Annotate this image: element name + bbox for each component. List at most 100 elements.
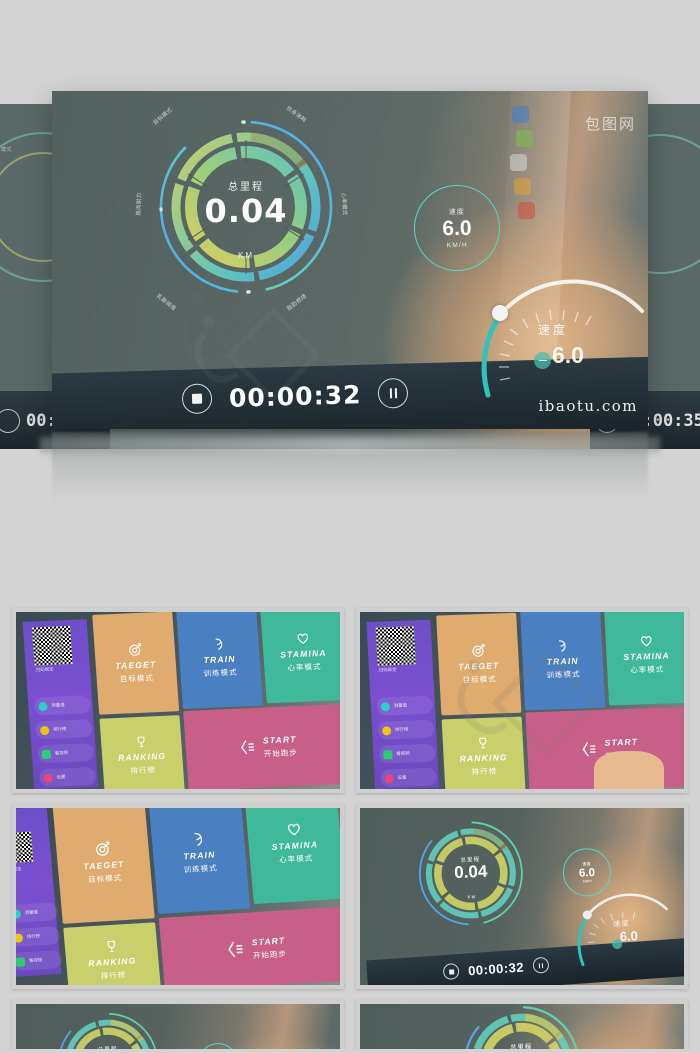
- tile-ranking-cn: 排行榜: [100, 970, 127, 981]
- speed-bubble-title: 速度: [448, 209, 465, 217]
- menu-tilt-wrap: 扫码绑定 测量值 排行榜: [16, 808, 340, 985]
- thumb-gauge-value: 0.04: [453, 861, 488, 883]
- sidebar-item-0[interactable]: 测量值: [33, 695, 92, 716]
- tile-train[interactable]: TRAIN 训练模式: [176, 612, 263, 710]
- thumbnail-dashboard-3[interactable]: 总里程 0.04: [356, 1000, 688, 1053]
- tile-target-en: TAEGET: [114, 659, 157, 671]
- tile-stamina-cn: 心率模式: [278, 853, 314, 865]
- watermark-en: ibaotu.com: [538, 397, 638, 415]
- tile-stamina[interactable]: STAMINA 心率模式: [243, 808, 340, 905]
- sidebar-item-3[interactable]: 设置: [38, 766, 97, 788]
- app-icon-4: [514, 178, 531, 195]
- tile-stamina-en: STAMINA: [271, 839, 319, 852]
- thumbnail-row-3: 总里程 0.04 速度: [0, 1000, 700, 1053]
- sidebar-item-0[interactable]: 测量值: [376, 695, 434, 716]
- trophy-icon: [137, 736, 145, 747]
- thumbnail-dashboard-2[interactable]: 总里程 0.04 速度: [12, 1000, 344, 1053]
- settings-icon: [384, 773, 394, 783]
- pause-icon: [538, 962, 544, 968]
- dashboard-tilt-wrap: 总里程 0.04 KM 速度 6.0 KM/H 00:00:32 速度 6.0: [364, 808, 684, 985]
- sidebar-item-1[interactable]: 排行榜: [377, 719, 435, 740]
- speed-decrease-button[interactable]: [534, 352, 551, 369]
- app-icon-1: [512, 106, 529, 123]
- sidebar-item-1[interactable]: 排行榜: [16, 926, 61, 948]
- target-icon: [128, 643, 141, 656]
- tablet-app-icons: [506, 99, 552, 226]
- panel-reflection: [52, 432, 648, 552]
- hero-preview: 目标模式 肌肉耐力 00:00:35 速度 6.0 00:00:35: [0, 0, 700, 600]
- tile-ranking[interactable]: RANKING 排行榜: [63, 922, 162, 985]
- pause-icon: [389, 388, 398, 399]
- qr-caption: 扫码绑定: [35, 666, 54, 673]
- thumbnail-row-2: 扫码绑定 测量值 排行榜 看视频 TAEGET 目标模式 TRAIN 训练模式 …: [0, 804, 700, 989]
- sidebar-item-label-0: 测量值: [24, 909, 39, 916]
- thumb-speed-slider[interactable]: 速度 6.0: [566, 890, 684, 985]
- speed-bubble-unit: KM/H: [446, 241, 468, 249]
- thumb-pause-button[interactable]: [532, 956, 550, 974]
- tile-start-en: START: [262, 734, 297, 746]
- tile-target[interactable]: TAEGET 目标模式: [92, 612, 180, 715]
- heart-icon: [287, 823, 300, 836]
- gauge-unit: KM: [238, 251, 254, 261]
- video-icon: [383, 749, 393, 759]
- settings-icon: [43, 773, 53, 783]
- sidebar-item-label-3: 设置: [397, 774, 407, 780]
- watermark-hero-secondary: [194, 307, 321, 403]
- speed-slider-value: 6.0: [552, 342, 584, 368]
- thumb-gauge: 总里程 0.04: [54, 1009, 162, 1053]
- ring-label-2: 心率模式: [339, 192, 348, 216]
- dumbbell-icon: [193, 832, 202, 846]
- sidebar-item-2[interactable]: 看视频: [37, 742, 95, 764]
- menu-sidebar: 扫码绑定 测量值 排行榜: [366, 619, 440, 789]
- sidebar-item-label-3: 设置: [56, 774, 66, 780]
- speed-slider-title: 速度: [538, 323, 569, 337]
- dashboard-tilt-wrap: 总里程 0.04 速度: [20, 1004, 340, 1053]
- tile-start[interactable]: START 开始跑步: [158, 906, 340, 985]
- watermark-grid: [457, 649, 599, 757]
- sidebar-item-label-0: 测量值: [393, 702, 408, 709]
- thumbnail-dashboard-1[interactable]: 总里程 0.04 KM 速度 6.0 KM/H 00:00:32 速度 6.0: [356, 804, 688, 989]
- sidebar-item-label-2: 看视频: [28, 957, 43, 963]
- bottom-edge: [0, 1049, 700, 1053]
- sidebar-items: 测量值 排行榜 看视频: [16, 902, 63, 977]
- ranking-icon: [381, 725, 392, 735]
- tile-train[interactable]: TRAIN 训练模式: [148, 808, 251, 915]
- pause-button[interactable]: [377, 377, 409, 409]
- thumbnail-menu-3[interactable]: 扫码绑定 测量值 排行榜 看视频 TAEGET 目标模式 TRAIN 训练模式 …: [12, 804, 344, 989]
- thumbnail-menu-1[interactable]: 扫码绑定 测量值 排行榜 看视频 设置 TAEGET 目标模式 TRAIN 训练…: [12, 608, 344, 793]
- thumb-slider-value: 6.0: [619, 928, 639, 944]
- tile-ranking-en: RANKING: [117, 750, 167, 763]
- sidebar-item-1[interactable]: 排行榜: [35, 719, 93, 740]
- sidebar-item-2[interactable]: 看视频: [16, 950, 63, 971]
- measure-icon: [16, 908, 22, 919]
- tile-start-cn: 开始跑步: [263, 748, 299, 759]
- thumb-stop-button[interactable]: [442, 962, 460, 981]
- dumbbell-icon: [215, 638, 222, 651]
- tile-target[interactable]: TAEGET 目标模式: [52, 808, 155, 924]
- page-root: 目标模式 肌肉耐力 00:00:35 速度 6.0 00:00:35: [0, 0, 700, 1053]
- trophy-icon: [106, 940, 115, 953]
- sidebar-item-3[interactable]: 设置: [380, 767, 438, 788]
- sidebar-item-0[interactable]: 测量值: [16, 902, 59, 924]
- qr-code-icon: [31, 625, 73, 666]
- tile-start[interactable]: START 开始跑步: [183, 703, 340, 789]
- thumb-timer: 00:00:32: [467, 958, 525, 978]
- tile-stamina[interactable]: STAMINA 心率模式: [259, 612, 340, 704]
- tile-ranking[interactable]: RANKING 排行榜: [99, 715, 185, 789]
- target-icon: [95, 841, 110, 856]
- tile-target-en: TAEGET: [83, 859, 125, 872]
- total-mileage-gauge[interactable]: 总里程 0.04 KM 目标模式 热身消耗 心率模式 脂肪燃烧 乳酸阈值 肌肉耐…: [136, 106, 347, 313]
- tile-stamina-en: STAMINA: [279, 647, 328, 660]
- sidebar-item-label-2: 看视频: [54, 750, 69, 756]
- measure-icon: [38, 701, 48, 711]
- thumb-gauge: 总里程 0.04 KM: [415, 817, 528, 930]
- video-icon: [41, 749, 52, 759]
- tile-train-cn: 训练模式: [203, 667, 238, 679]
- ranking-icon: [16, 932, 24, 943]
- sidebar-item-2[interactable]: 看视频: [378, 743, 436, 764]
- speed-slider-handle[interactable]: [492, 305, 508, 321]
- sidebar-items: 测量值 排行榜 看视频: [33, 695, 97, 789]
- qr-code-icon: [375, 626, 416, 666]
- measure-icon: [380, 701, 391, 712]
- tile-start-cn: 开始跑步: [252, 949, 288, 961]
